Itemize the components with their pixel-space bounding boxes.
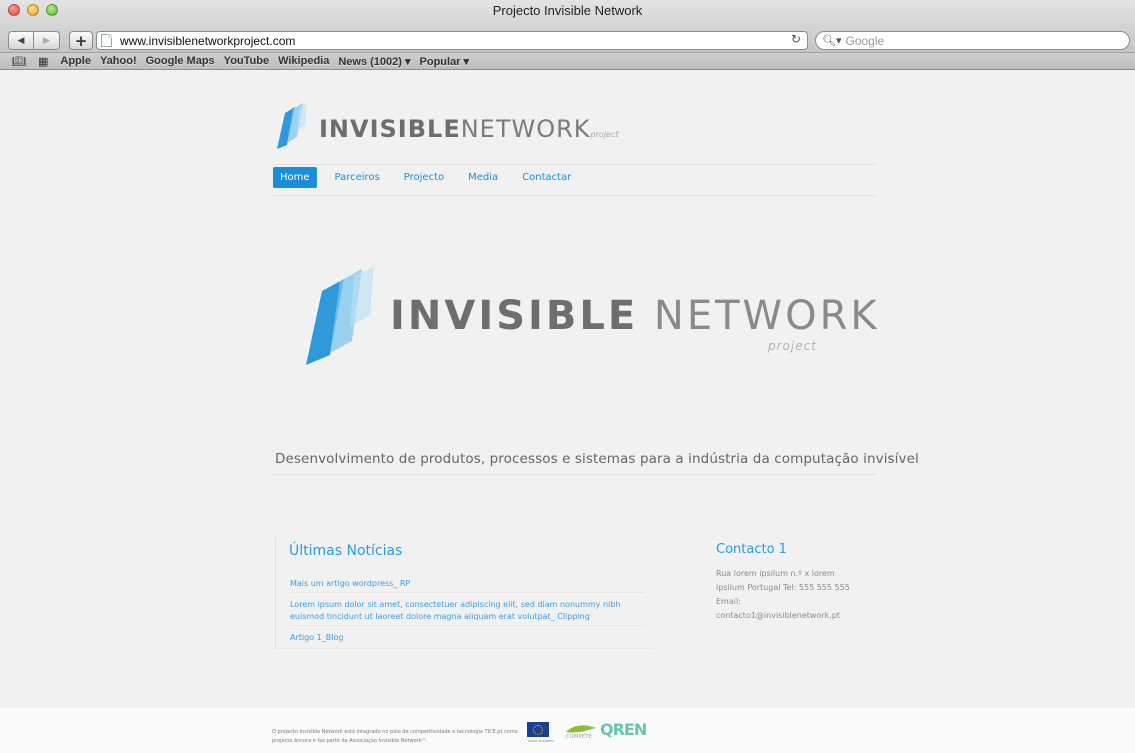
qren-logo: QREN [600, 720, 647, 739]
reading-list-icon[interactable]: 📖︎ [12, 55, 26, 68]
hero-logo: INVISIBLE NETWORK project [300, 267, 877, 377]
address-bar[interactable]: www.invisiblenetworkproject.com ↻ [96, 31, 808, 50]
window-title: Projecto Invisible Network [492, 3, 643, 18]
search-icon: 🔍︎▾ [822, 34, 842, 47]
news-section: Últimas Notícias Mais um artigo wordpres… [275, 537, 653, 649]
nav-bottom-divider [273, 195, 876, 196]
bookmarks-bar: 📖︎ ▦ Apple Yahoo! Google Maps YouTube Wi… [0, 53, 1135, 70]
bookmark-youtube[interactable]: YouTube [224, 55, 269, 67]
add-bookmark-button[interactable]: + [69, 31, 93, 50]
footer-text: O projecto Invisible Network está integr… [272, 729, 518, 744]
bookmark-news[interactable]: News (1002) ▾ [338, 55, 410, 68]
forward-arrow-icon: ▶ [43, 35, 50, 46]
hero-sub: project [768, 339, 817, 353]
logo-mark-icon [277, 103, 307, 149]
news-item[interactable]: Artigo 1_Blog [290, 632, 650, 644]
news-divider [290, 625, 645, 626]
plus-icon: + [74, 31, 88, 50]
tagline-divider [273, 474, 876, 475]
contact-title: Contacto 1 [716, 542, 787, 557]
logo-word-light: NETWORK [460, 115, 591, 143]
hero-word-bold: INVISIBLE [390, 293, 639, 339]
nav-media[interactable]: Media [468, 167, 498, 188]
eu-caption: UNIÃO EUROPEIA [528, 739, 554, 743]
site-logo[interactable]: INVISIBLENETWORKproject [273, 103, 618, 149]
contact-details: Rua lorem ipsilum n.º x lorem ipsilum Po… [716, 569, 850, 620]
page-footer: O projecto Invisible Network está integr… [0, 708, 1135, 753]
nav-top-divider [273, 164, 876, 165]
logo-word-bold: INVISIBLE [319, 115, 461, 143]
news-item[interactable]: Lorem ipsum dolor sit amet, consectetuer… [290, 599, 650, 623]
bookmark-yahoo[interactable]: Yahoo! [100, 55, 137, 67]
tagline: Desenvolvimento de produtos, processos e… [275, 451, 919, 467]
web-page: INVISIBLENETWORKproject Home Parceiros P… [0, 71, 1135, 708]
logo-wordmark: INVISIBLENETWORKproject [319, 115, 618, 143]
history-buttons: ◀ ▶ [8, 31, 60, 50]
bookmark-apple[interactable]: Apple [60, 55, 91, 67]
main-navigation: Home Parceiros Projecto Media Contactar [273, 167, 595, 188]
search-placeholder: Google [845, 33, 885, 48]
back-arrow-icon: ◀ [17, 35, 25, 46]
news-item[interactable]: Mais um artigo wordpress_ RP [290, 578, 650, 590]
nav-parceiros[interactable]: Parceiros [335, 167, 380, 188]
reload-icon[interactable]: ↻ [791, 32, 801, 46]
news-divider [290, 592, 645, 593]
url-text: www.invisiblenetworkproject.com [120, 33, 296, 48]
browser-titlebar: Projecto Invisible Network ◀ ▶ + www.inv… [0, 0, 1135, 53]
hero-word-light: NETWORK [653, 293, 880, 339]
eu-flag-logo [527, 722, 549, 737]
page-icon [101, 34, 112, 47]
top-sites-grid-icon[interactable]: ▦ [38, 55, 48, 68]
compete-label: COMPETE [566, 734, 593, 740]
back-button[interactable]: ◀ [8, 31, 34, 50]
news-title: Últimas Notícias [289, 543, 403, 559]
search-field[interactable]: 🔍︎▾ Google [815, 31, 1130, 50]
nav-contactar[interactable]: Contactar [522, 167, 571, 188]
nav-projecto[interactable]: Projecto [404, 167, 444, 188]
bookmark-popular[interactable]: Popular ▾ [420, 55, 470, 68]
bookmark-wikipedia[interactable]: Wikipedia [278, 55, 329, 67]
bookmark-google-maps[interactable]: Google Maps [146, 55, 215, 67]
hero-wordmark: INVISIBLE NETWORK [390, 293, 880, 339]
forward-button[interactable]: ▶ [34, 31, 60, 50]
nav-home[interactable]: Home [273, 167, 317, 188]
logo-sub: project [590, 130, 619, 139]
hero-logo-mark-icon [306, 267, 374, 365]
